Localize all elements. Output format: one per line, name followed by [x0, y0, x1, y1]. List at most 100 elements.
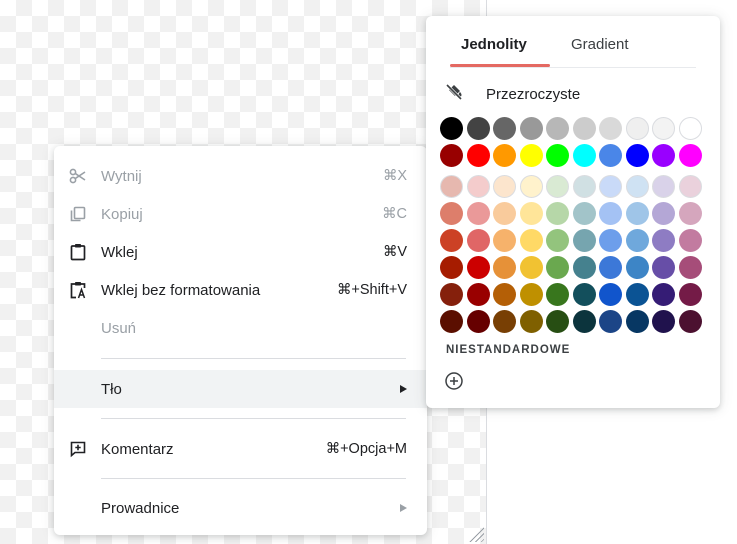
menu-divider	[101, 358, 406, 359]
color-swatch[interactable]	[466, 144, 490, 167]
color-swatch[interactable]	[599, 117, 622, 140]
color-swatch[interactable]	[493, 229, 516, 252]
color-swatch[interactable]	[572, 175, 596, 198]
color-swatch[interactable]	[440, 175, 463, 198]
menu-item-copy[interactable]: Kopiuj ⌘C	[54, 195, 427, 233]
color-swatch[interactable]	[466, 283, 490, 306]
color-swatch[interactable]	[625, 283, 649, 306]
color-swatch[interactable]	[519, 256, 543, 279]
color-swatch[interactable]	[625, 229, 649, 252]
color-swatch[interactable]	[625, 175, 649, 198]
color-swatch[interactable]	[466, 175, 490, 198]
menu-item-paste[interactable]: Wklej ⌘V	[54, 233, 427, 271]
color-swatch[interactable]	[466, 202, 490, 225]
color-swatch[interactable]	[652, 310, 675, 333]
color-swatch[interactable]	[652, 229, 675, 252]
color-swatch[interactable]	[599, 175, 622, 198]
submenu-arrow-icon	[400, 385, 407, 393]
color-swatch[interactable]	[519, 144, 543, 167]
color-swatch[interactable]	[440, 144, 463, 167]
color-swatch[interactable]	[572, 144, 596, 167]
color-swatch[interactable]	[440, 310, 463, 333]
color-swatch[interactable]	[519, 117, 543, 140]
menu-item-comment[interactable]: Komentarz ⌘+Opcja+M	[54, 430, 427, 468]
color-swatch[interactable]	[572, 202, 596, 225]
color-swatch[interactable]	[678, 175, 702, 198]
custom-colors-label: NIESTANDARDOWE	[446, 344, 571, 356]
color-swatch[interactable]	[572, 117, 596, 140]
color-swatch[interactable]	[466, 256, 490, 279]
color-swatch[interactable]	[546, 175, 569, 198]
menu-item-background[interactable]: Tło	[54, 370, 427, 408]
color-swatch[interactable]	[678, 144, 702, 167]
add-comment-icon	[68, 439, 88, 459]
menu-item-delete[interactable]: Usuń	[54, 309, 427, 347]
color-swatch[interactable]	[652, 202, 675, 225]
color-swatch[interactable]	[493, 283, 516, 306]
color-swatch[interactable]	[678, 256, 702, 279]
menu-item-guides[interactable]: Prowadnice	[54, 489, 427, 527]
color-swatch[interactable]	[546, 310, 569, 333]
color-swatch[interactable]	[546, 202, 569, 225]
color-swatch[interactable]	[572, 256, 596, 279]
color-swatch[interactable]	[546, 144, 569, 167]
color-swatch[interactable]	[599, 256, 622, 279]
color-swatch[interactable]	[625, 202, 649, 225]
tab-gradient[interactable]: Gradient	[571, 36, 629, 53]
color-swatch[interactable]	[625, 117, 649, 140]
color-swatch[interactable]	[546, 117, 569, 140]
color-swatch[interactable]	[466, 229, 490, 252]
color-swatch[interactable]	[678, 310, 702, 333]
color-swatch[interactable]	[546, 229, 569, 252]
color-swatch[interactable]	[546, 256, 569, 279]
color-swatch[interactable]	[440, 283, 463, 306]
color-swatch[interactable]	[678, 229, 702, 252]
add-custom-color-icon[interactable]	[444, 371, 464, 391]
color-swatch[interactable]	[678, 202, 702, 225]
color-swatch[interactable]	[652, 144, 675, 167]
transparent-option[interactable]: Przezroczyste	[444, 82, 580, 106]
color-swatch[interactable]	[440, 229, 463, 252]
color-swatch[interactable]	[599, 202, 622, 225]
menu-item-paste-plain[interactable]: Wklej bez formatowania ⌘+Shift+V	[54, 271, 427, 309]
color-swatch[interactable]	[493, 117, 516, 140]
color-swatch[interactable]	[652, 117, 675, 140]
color-swatch[interactable]	[440, 117, 463, 140]
color-swatch[interactable]	[546, 283, 569, 306]
tab-solid[interactable]: Jednolity	[461, 36, 527, 53]
color-swatch[interactable]	[652, 283, 675, 306]
color-swatch[interactable]	[493, 256, 516, 279]
transparent-label: Przezroczyste	[486, 85, 581, 103]
color-swatch[interactable]	[599, 144, 622, 167]
color-swatch[interactable]	[440, 202, 463, 225]
color-swatch[interactable]	[678, 117, 702, 140]
color-swatch[interactable]	[519, 175, 543, 198]
color-swatch[interactable]	[599, 283, 622, 306]
color-swatch[interactable]	[625, 310, 649, 333]
color-swatch[interactable]	[519, 283, 543, 306]
color-swatch[interactable]	[599, 229, 622, 252]
shortcut-label: ⌘V	[382, 244, 407, 260]
color-swatch[interactable]	[466, 117, 490, 140]
menu-item-label: Prowadnice	[101, 499, 180, 517]
color-swatch[interactable]	[493, 175, 516, 198]
color-swatch[interactable]	[493, 202, 516, 225]
color-swatch[interactable]	[519, 310, 543, 333]
color-swatch[interactable]	[519, 202, 543, 225]
color-swatch[interactable]	[678, 283, 702, 306]
color-swatch[interactable]	[599, 310, 622, 333]
color-swatch[interactable]	[652, 175, 675, 198]
color-swatch[interactable]	[625, 256, 649, 279]
color-swatch[interactable]	[440, 256, 463, 279]
color-swatch[interactable]	[652, 256, 675, 279]
color-swatch[interactable]	[572, 229, 596, 252]
color-swatch[interactable]	[466, 310, 490, 333]
color-swatch[interactable]	[493, 144, 516, 167]
color-swatch[interactable]	[625, 144, 649, 167]
color-swatch[interactable]	[572, 310, 596, 333]
menu-item-cut[interactable]: Wytnij ⌘X	[54, 157, 427, 195]
paint-bucket-off-icon	[444, 82, 464, 107]
color-swatch[interactable]	[519, 229, 543, 252]
color-swatch[interactable]	[493, 310, 516, 333]
color-swatch[interactable]	[572, 283, 596, 306]
